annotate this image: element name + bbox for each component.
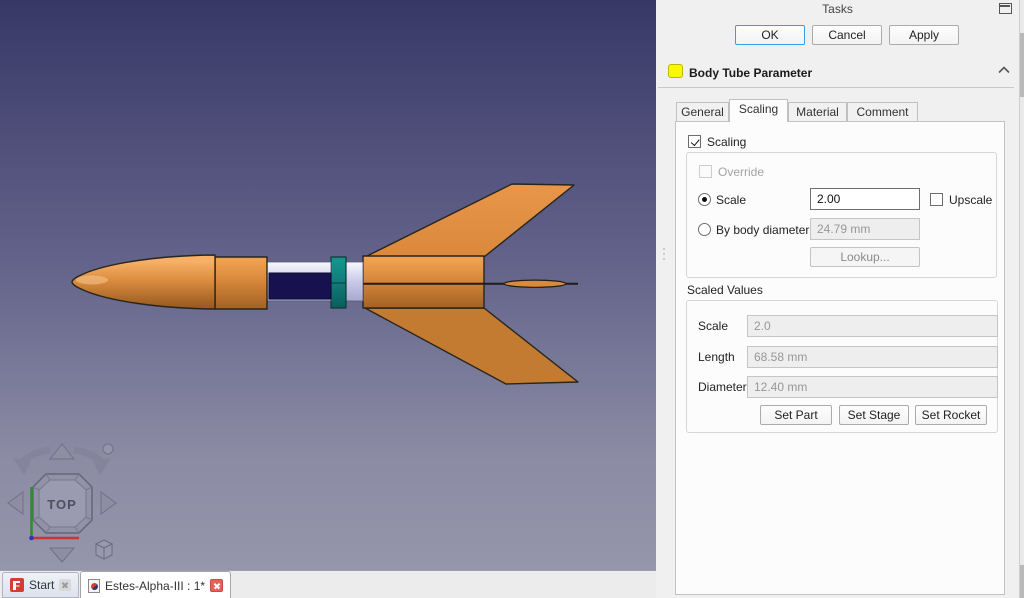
tab-document-close-icon[interactable] [210, 579, 223, 592]
body-tube-icon [668, 64, 683, 78]
override-checkbox[interactable] [699, 165, 712, 178]
tab-scaling[interactable]: Scaling [729, 99, 788, 122]
coupler-tube [346, 262, 363, 301]
upscale-checkbox-label: Upscale [949, 193, 992, 207]
tab-start[interactable]: Start [2, 572, 79, 598]
edge-on-fin-tip [504, 280, 566, 287]
navy-band [269, 273, 331, 299]
tab-material[interactable]: Material [788, 102, 847, 122]
nose-highlight [76, 276, 108, 285]
aft-body-tube [363, 256, 484, 308]
rocket-scene: TOP [0, 0, 656, 570]
scale-input[interactable]: 2.00 [810, 188, 920, 210]
scaled-diameter-value: 12.40 mm [747, 376, 998, 398]
tasks-panel: Tasks OK Cancel Apply Body Tube Paramete… [656, 0, 1024, 598]
tab-start-label: Start [29, 578, 54, 592]
panel-splitter-handle[interactable] [662, 248, 665, 268]
3d-viewport[interactable]: TOP [0, 0, 656, 570]
scaling-options-group: Override Scale 2.00 Upscale By body diam… [686, 152, 997, 278]
upscale-checkbox[interactable] [930, 193, 943, 206]
ok-button[interactable]: OK [735, 25, 805, 45]
by-body-diameter-radio[interactable] [698, 223, 711, 236]
scaling-checkbox-label: Scaling [707, 135, 746, 149]
freecad-logo-icon [10, 578, 24, 592]
scaling-checkbox[interactable] [688, 135, 701, 148]
tab-document[interactable]: Estes-Alpha-III : 1* [80, 571, 231, 598]
nav-cube-face-label: TOP [47, 497, 77, 512]
apply-button[interactable]: Apply [889, 25, 959, 45]
nav-dot[interactable] [103, 444, 113, 454]
tab-comment[interactable]: Comment [847, 102, 918, 122]
section-separator [658, 87, 1014, 88]
scaled-scale-value: 2.0 [747, 315, 998, 337]
scale-radio-label: Scale [716, 193, 746, 207]
scaling-tab-page: Scaling Override Scale 2.00 Upscale By b… [675, 121, 1005, 595]
collapse-chevron-icon[interactable] [998, 66, 1010, 74]
lookup-button[interactable]: Lookup... [810, 247, 920, 267]
scale-radio[interactable] [698, 193, 711, 206]
diameter-input: 24.79 mm [810, 218, 920, 240]
z-axis-indicator [29, 536, 34, 541]
set-stage-button[interactable]: Set Stage [839, 405, 909, 425]
freecad-window: TOP Start Estes-Alpha-III : 1* [0, 0, 1024, 598]
scrollbar-thumb-top[interactable] [1020, 33, 1024, 97]
section-title: Body Tube Parameter [689, 66, 812, 80]
scaled-length-value: 68.58 mm [747, 346, 998, 368]
tab-start-close-icon[interactable] [59, 579, 71, 591]
document-tabbar: Start Estes-Alpha-III : 1* [0, 570, 656, 598]
document-icon [88, 579, 100, 593]
scaled-length-label: Length [698, 350, 735, 364]
set-part-button[interactable]: Set Part [760, 405, 832, 425]
tasks-panel-title: Tasks [656, 2, 1019, 16]
set-rocket-button[interactable]: Set Rocket [915, 405, 987, 425]
cancel-button[interactable]: Cancel [812, 25, 882, 45]
override-checkbox-label: Override [718, 165, 764, 179]
tab-document-label: Estes-Alpha-III : 1* [105, 579, 205, 593]
scaled-scale-label: Scale [698, 319, 728, 333]
tab-general[interactable]: General [676, 102, 729, 122]
scaled-values-group: Scale 2.0 Length 68.58 mm Diameter 12.40… [686, 300, 998, 433]
scaled-values-title: Scaled Values [687, 283, 763, 297]
scaled-diameter-label: Diameter [698, 380, 747, 394]
forward-body-tube [215, 257, 267, 309]
panel-float-icon[interactable] [999, 3, 1012, 14]
by-body-diameter-label: By body diameter [716, 223, 809, 237]
mini-cube-icon[interactable] [96, 540, 112, 559]
panel-scrollbar[interactable] [1019, 0, 1024, 598]
scrollbar-thumb-bottom[interactable] [1020, 565, 1024, 598]
